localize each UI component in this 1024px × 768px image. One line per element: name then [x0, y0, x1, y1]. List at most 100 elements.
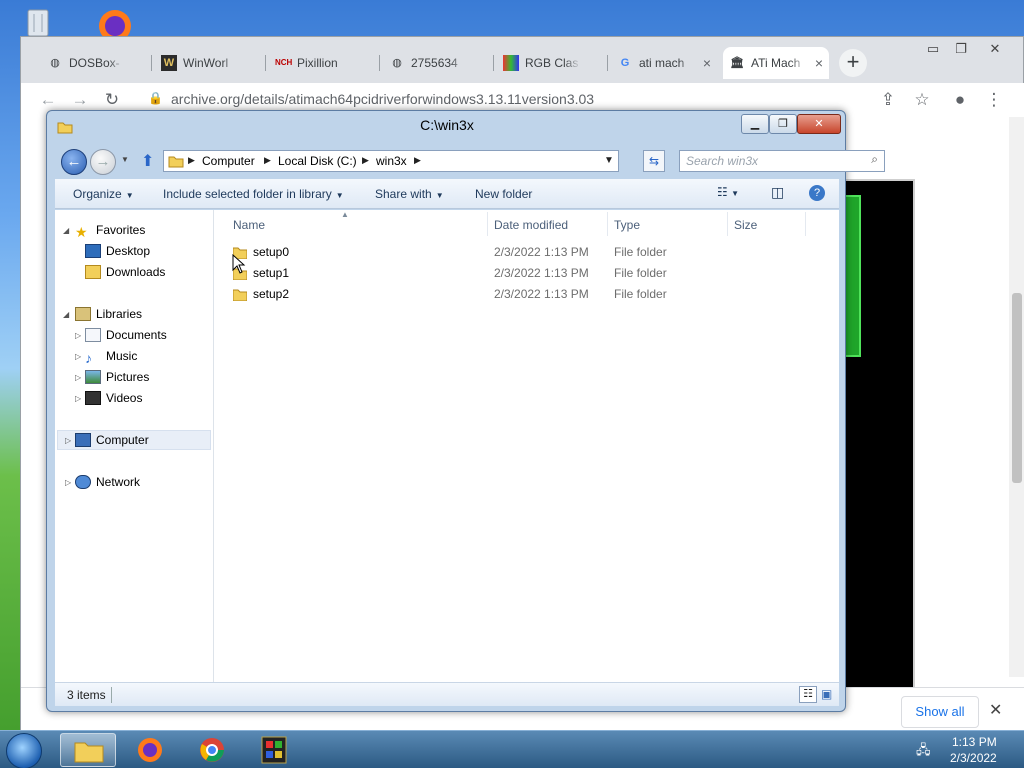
scroll-thumb[interactable] [1012, 293, 1022, 483]
forward-arrow-icon[interactable]: → [90, 149, 116, 175]
tab-google[interactable]: G ati mach × [611, 47, 717, 79]
recent-pages-icon[interactable]: ▼ [121, 155, 129, 164]
help-icon[interactable]: ? [809, 185, 825, 201]
include-in-library-button[interactable]: Include selected folder in library ▼ [163, 187, 344, 201]
close-icon[interactable]: ✕ [981, 41, 1009, 59]
chevron-down-icon: ▼ [335, 191, 344, 200]
nav-label: Desktop [106, 244, 151, 258]
share-label: Share with [375, 187, 432, 201]
lock-icon[interactable]: 🔒 [148, 91, 163, 105]
breadcrumb-win3x[interactable]: win3x [376, 154, 407, 168]
explorer-navbar: ← → ▼ ⬆ ▶ Computer ▶ Local Disk (C:) ▶ w… [55, 147, 885, 177]
taskbar-chrome-icon[interactable] [184, 733, 240, 767]
nav-documents[interactable]: Documents [85, 325, 167, 345]
chevron-right-icon[interactable]: ▶ [264, 155, 271, 166]
back-icon[interactable]: ← [37, 89, 59, 111]
search-input[interactable]: Search win3x ⌕ [679, 150, 885, 172]
new-tab-button[interactable]: + [839, 49, 867, 77]
address-bar[interactable]: ▶ Computer ▶ Local Disk (C:) ▶ win3x ▶ ▼ [163, 150, 619, 172]
forward-icon[interactable]: → [69, 89, 91, 111]
breadcrumb-local-disk[interactable]: Local Disk (C:) [278, 154, 357, 168]
tab-2755634[interactable]: ◍ 2755634 [383, 47, 489, 79]
start-button-icon[interactable] [6, 733, 42, 768]
column-date-modified[interactable]: Date modified [494, 218, 568, 232]
address-bar[interactable]: archive.org/details/atimach64pcidriverfo… [171, 91, 594, 107]
page-scrollbar[interactable] [1009, 117, 1024, 677]
details-view-icon[interactable]: ☷ [799, 686, 817, 703]
close-icon[interactable]: × [703, 47, 711, 79]
table-row[interactable]: setup0 2/3/2022 1:13 PM File folder [229, 242, 829, 262]
column-name[interactable]: Name [233, 218, 265, 232]
star-icon[interactable]: ☆ [911, 89, 933, 111]
clock-time[interactable]: 1:13 PM [952, 735, 997, 749]
organize-label: Organize [73, 187, 122, 201]
tab-dosbox[interactable]: ◍ DOSBox- [41, 47, 147, 79]
close-icon[interactable]: ✕ [797, 114, 841, 134]
back-arrow-icon[interactable]: ← [61, 149, 87, 175]
nav-favorites[interactable]: ★ Favorites [75, 220, 145, 240]
minimize-icon[interactable]: ▁ [741, 114, 769, 134]
network-tray-icon[interactable]: 🖧 [916, 741, 931, 763]
nav-music[interactable]: ♪ Music [85, 346, 137, 366]
expand-arrow-icon[interactable]: ▷ [75, 331, 81, 340]
expand-icon[interactable]: ◢ [63, 226, 69, 235]
nav-label: Documents [106, 328, 167, 342]
nav-computer[interactable]: Computer [75, 430, 149, 450]
maximize-icon[interactable]: ❐ [947, 41, 975, 59]
expand-arrow-icon[interactable]: ▷ [75, 373, 81, 382]
nav-network[interactable]: Network [75, 472, 140, 492]
chevron-right-icon[interactable]: ▶ [362, 155, 369, 166]
taskbar-firefox-icon[interactable] [122, 733, 178, 767]
menu-icon[interactable]: ⋮ [983, 89, 1005, 111]
clock-date[interactable]: 2/3/2022 [950, 751, 997, 765]
search-icon[interactable]: ⌕ [871, 152, 878, 167]
reload-icon[interactable]: ↻ [101, 89, 123, 111]
nav-downloads[interactable]: Downloads [85, 262, 165, 282]
chevron-down-icon: ▼ [125, 191, 134, 200]
large-icons-view-icon[interactable]: ▣ [821, 687, 832, 701]
nav-desktop[interactable]: Desktop [85, 241, 150, 261]
chevron-right-icon[interactable]: ▶ [188, 155, 195, 166]
expand-icon[interactable]: ◢ [63, 310, 69, 319]
tab-archive[interactable]: 🏛 ATi Mach × [723, 47, 829, 79]
expand-arrow-icon[interactable]: ▷ [75, 352, 81, 361]
refresh-icon[interactable]: ⇆ [643, 150, 665, 172]
maximize-icon[interactable]: ❐ [769, 114, 797, 134]
chevron-right-icon[interactable]: ▶ [414, 155, 421, 166]
minimize-icon[interactable]: ▭ [919, 41, 947, 59]
recycle-bin-icon[interactable] [20, 4, 56, 38]
expand-arrow-icon[interactable]: ▷ [65, 478, 71, 487]
navigation-pane: ◢ ★ Favorites Desktop Downloads ◢ Librari… [55, 210, 214, 682]
nav-libraries[interactable]: Libraries [75, 304, 142, 324]
expand-arrow-icon[interactable]: ▷ [65, 436, 71, 445]
taskbar-explorer-icon[interactable] [60, 733, 116, 767]
tab-rgb[interactable]: RGB Clas [497, 47, 603, 79]
taskbar-dosbox-icon[interactable] [246, 733, 302, 767]
nav-label: Music [106, 349, 138, 363]
share-with-button[interactable]: Share with ▼ [375, 187, 444, 201]
table-row[interactable]: setup1 2/3/2022 1:13 PM File folder [229, 263, 829, 283]
up-arrow-icon[interactable]: ⬆ [141, 151, 154, 171]
close-icon[interactable]: × [815, 47, 823, 79]
tab-winworld[interactable]: W WinWorl [155, 47, 261, 79]
nav-pictures[interactable]: Pictures [85, 367, 149, 387]
expand-arrow-icon[interactable]: ▷ [75, 394, 81, 403]
table-row[interactable]: setup2 2/3/2022 1:13 PM File folder [229, 284, 829, 304]
chevron-down-icon[interactable]: ▼ [604, 155, 614, 166]
show-all-button[interactable]: Show all [901, 696, 979, 728]
nav-label: Downloads [106, 265, 166, 279]
new-folder-button[interactable]: New folder [475, 187, 532, 201]
column-type[interactable]: Type [614, 218, 640, 232]
share-icon[interactable]: ⇪ [877, 89, 899, 111]
nav-videos[interactable]: Videos [85, 388, 142, 408]
organize-button[interactable]: Organize ▼ [73, 187, 134, 201]
breadcrumb-computer[interactable]: Computer [202, 154, 255, 168]
column-size[interactable]: Size [734, 218, 757, 232]
profile-icon[interactable]: ● [949, 89, 971, 111]
item-count: 3 items [67, 688, 106, 702]
preview-pane-icon[interactable]: ◫ [771, 184, 784, 201]
file-type: File folder [614, 245, 667, 259]
close-icon[interactable]: ✕ [989, 700, 1002, 720]
tab-pixillion[interactable]: NCH Pixillion [269, 47, 375, 79]
view-options-icon[interactable]: ☷ ▼ [717, 185, 739, 199]
